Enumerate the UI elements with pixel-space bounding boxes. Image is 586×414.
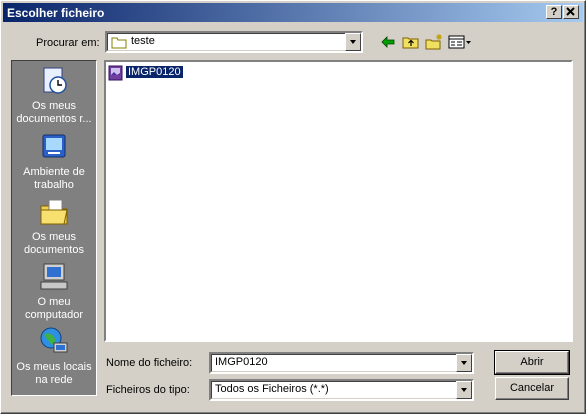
image-file-icon	[108, 65, 123, 81]
chevron-down-icon[interactable]	[456, 381, 472, 399]
view-menu-button[interactable]	[447, 33, 473, 51]
back-arrow-icon	[381, 36, 395, 48]
place-label: Ambiente de trabalho	[23, 166, 85, 191]
file-list[interactable]: IMGP0120	[104, 60, 573, 342]
my-documents-icon	[40, 199, 68, 225]
place-label: Os meus locais na rede	[16, 361, 92, 386]
filename-label: Nome do ficheiro:	[106, 357, 193, 369]
place-label: O meu computador	[24, 296, 84, 321]
filetype-dropdown[interactable]: Todos os Ficheiros (*.*)	[209, 379, 474, 401]
look-in-label: Procurar em:	[36, 37, 100, 49]
new-folder-icon	[425, 34, 442, 50]
file-dialog: Escolher ficheiro ? Procurar em: teste O…	[0, 0, 586, 414]
filename-field[interactable]: IMGP0120	[209, 352, 474, 374]
place-my-computer[interactable]: O meu computador	[12, 261, 96, 322]
place-network[interactable]: Os meus locais na rede	[12, 326, 96, 387]
up-folder-icon	[402, 37, 419, 49]
network-places-icon	[40, 327, 68, 353]
desktop-icon	[42, 134, 66, 158]
chevron-down-icon[interactable]	[345, 33, 361, 51]
filetype-value: Todos os Ficheiros (*.*)	[215, 383, 329, 395]
back-button[interactable]	[379, 33, 399, 51]
cancel-button[interactable]: Cancelar	[495, 377, 569, 400]
chevron-down-icon[interactable]	[456, 354, 472, 372]
up-folder-button[interactable]	[401, 33, 421, 51]
title-bar[interactable]: Escolher ficheiro ?	[3, 3, 583, 22]
place-recent-documents[interactable]: Os meus documentos r...	[12, 65, 96, 126]
folder-icon	[111, 37, 127, 49]
view-menu-icon	[448, 35, 471, 49]
filetype-label: Ficheiros do tipo:	[106, 384, 190, 396]
places-bar: Os meus documentos r... Ambiente de trab…	[11, 60, 97, 396]
new-folder-button[interactable]	[424, 33, 444, 51]
look-in-value: teste	[131, 35, 155, 47]
look-in-dropdown[interactable]: teste	[105, 31, 363, 53]
recent-documents-icon	[43, 67, 67, 94]
place-label: Os meus documentos r...	[16, 100, 92, 125]
open-button[interactable]: Abrir	[494, 350, 570, 375]
close-icon	[566, 7, 575, 16]
place-desktop[interactable]: Ambiente de trabalho	[12, 131, 96, 192]
place-label: Os meus documentos	[24, 231, 84, 256]
place-my-documents[interactable]: Os meus documentos	[12, 196, 96, 257]
file-name: IMGP0120	[125, 65, 184, 79]
filename-value: IMGP0120	[215, 356, 268, 368]
close-button[interactable]	[563, 5, 579, 19]
help-button[interactable]: ?	[546, 5, 562, 19]
my-computer-icon	[40, 263, 68, 290]
window-title: Escolher ficheiro	[7, 6, 105, 20]
